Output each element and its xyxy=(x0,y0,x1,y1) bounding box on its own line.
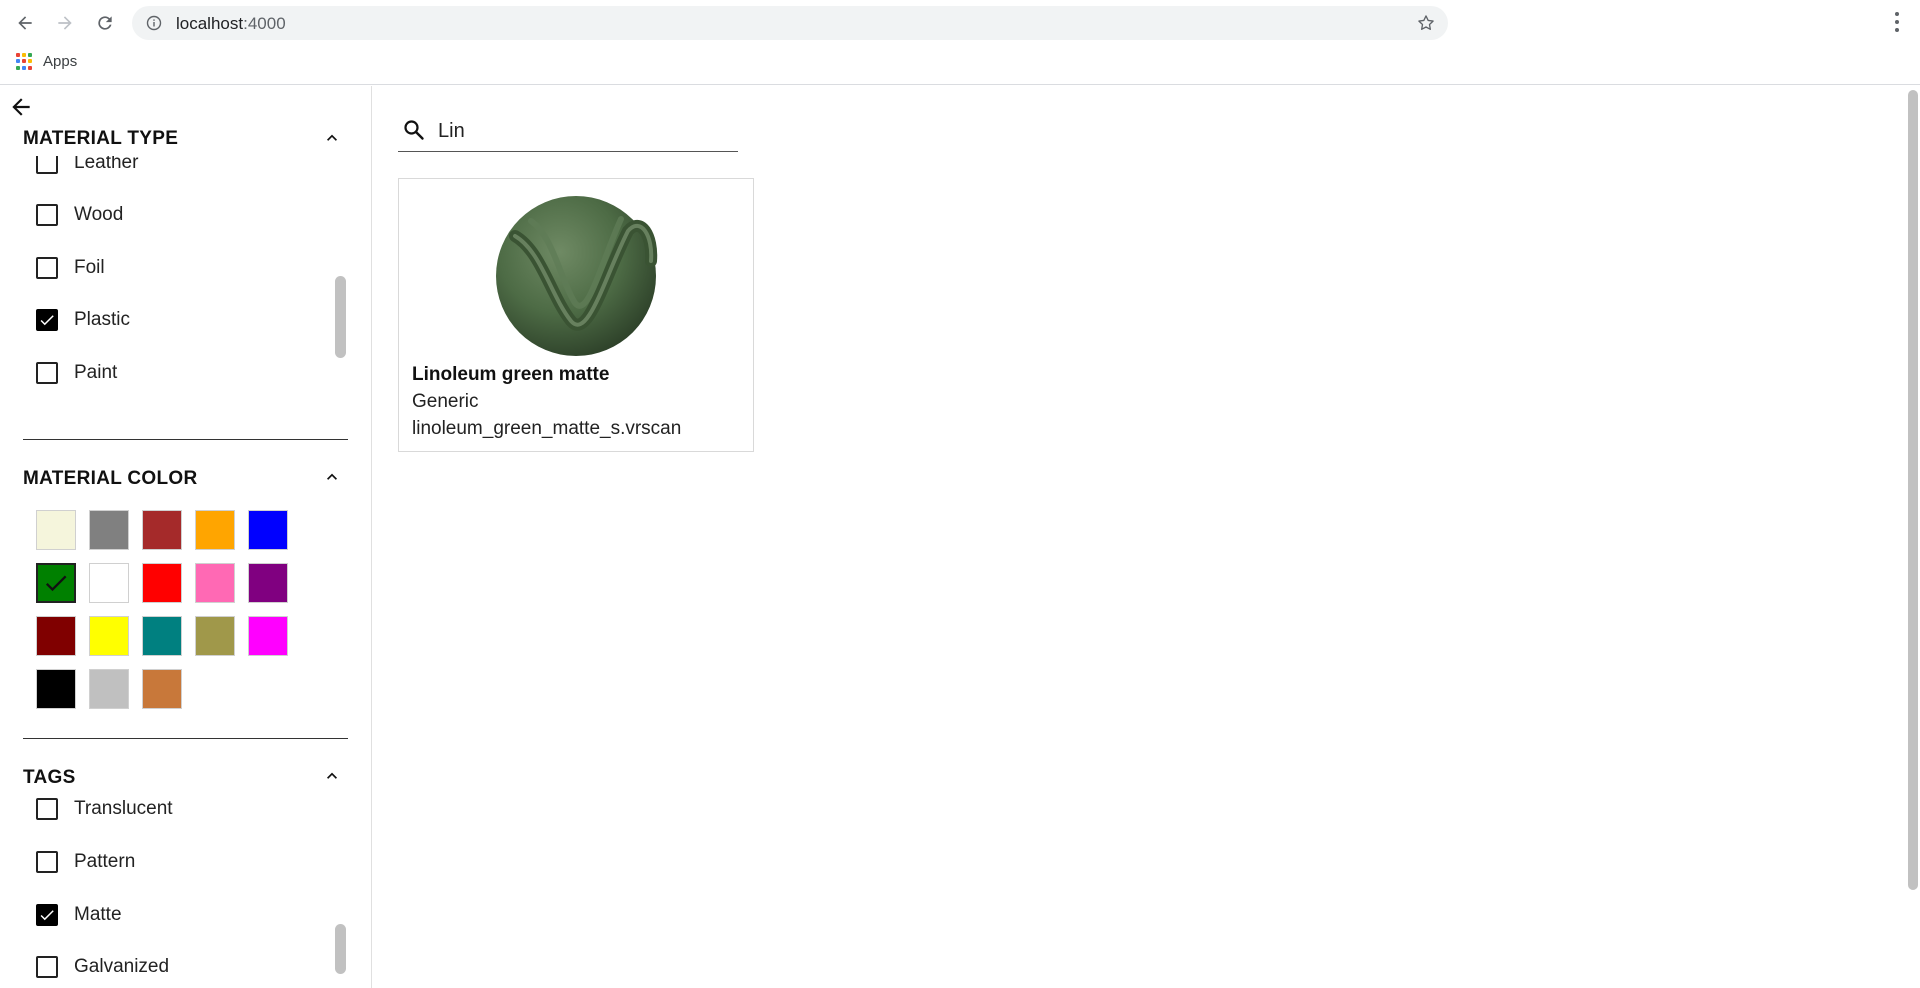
color-swatch-yellow[interactable] xyxy=(89,616,129,656)
search-icon xyxy=(404,120,424,140)
color-swatch-beige[interactable] xyxy=(36,510,76,550)
tag-matte[interactable]: Matte xyxy=(36,900,122,930)
material-type-plastic[interactable]: Plastic xyxy=(36,305,130,335)
checkbox-label: Pattern xyxy=(74,851,136,872)
color-swatch-green[interactable] xyxy=(36,563,76,603)
filter-sidebar: MATERIAL TYPE Leather Wood Foil Plastic … xyxy=(0,86,372,988)
color-swatch-pink[interactable] xyxy=(195,563,235,603)
browser-toolbar: localhost:4000 xyxy=(0,0,1920,45)
url-text[interactable]: localhost:4000 xyxy=(176,14,286,34)
bookmark-apps-label: Apps xyxy=(43,53,78,70)
material-type-leather[interactable]: Leather xyxy=(36,156,138,178)
section-divider xyxy=(23,439,348,440)
color-swatch-teal[interactable] xyxy=(142,616,182,656)
color-swatch-orange[interactable] xyxy=(195,510,235,550)
check-icon xyxy=(40,910,54,921)
search-input[interactable] xyxy=(438,116,728,146)
results-panel: Linoleum green matte Generic linoleum_gr… xyxy=(373,86,1920,988)
search-box[interactable] xyxy=(398,110,738,152)
url-port: :4000 xyxy=(243,14,286,33)
checkbox-label: Translucent xyxy=(74,798,173,819)
reload-icon xyxy=(98,16,112,30)
checkbox-checked[interactable] xyxy=(36,904,58,926)
color-swatch-gray[interactable] xyxy=(89,510,129,550)
forward-button[interactable] xyxy=(52,10,78,36)
color-swatch-brown[interactable] xyxy=(142,510,182,550)
material-color-title: MATERIAL COLOR xyxy=(23,468,198,489)
color-swatch-copper[interactable] xyxy=(142,669,182,709)
page-scrollbar[interactable] xyxy=(1908,90,1918,890)
tag-galvanized[interactable]: Galvanized xyxy=(36,952,169,982)
checkbox-label: Galvanized xyxy=(74,956,170,977)
tags-list[interactable]: Translucent Pattern Matte Galvanized xyxy=(0,798,371,988)
checkbox-label: Leather xyxy=(74,156,139,173)
info-icon[interactable] xyxy=(146,15,162,31)
tag-translucent[interactable]: Translucent xyxy=(36,798,173,824)
back-arrow-icon[interactable] xyxy=(8,94,34,120)
material-category: Generic xyxy=(412,391,479,412)
material-type-foil[interactable]: Foil xyxy=(36,253,105,283)
back-button[interactable] xyxy=(12,10,38,36)
checkbox-label: Plastic xyxy=(74,309,130,330)
tags-scrollbar[interactable] xyxy=(335,924,346,974)
chevron-up-icon[interactable] xyxy=(322,467,342,487)
material-type-title: MATERIAL TYPE xyxy=(23,128,179,149)
check-icon xyxy=(40,315,54,326)
checkbox[interactable] xyxy=(36,851,58,873)
tag-pattern[interactable]: Pattern xyxy=(36,847,135,877)
checkbox-label: Paint xyxy=(74,362,118,383)
bookmarks-bar: Apps xyxy=(0,45,1920,85)
checkbox[interactable] xyxy=(36,257,58,279)
apps-grid-icon xyxy=(16,53,33,70)
color-swatch-purple[interactable] xyxy=(248,563,288,603)
url-host: localhost xyxy=(176,14,244,33)
material-type-scrollbar[interactable] xyxy=(335,276,346,358)
checkbox-label: Matte xyxy=(74,904,122,925)
reload-button[interactable] xyxy=(92,10,118,36)
color-swatch-magenta[interactable] xyxy=(248,616,288,656)
checkbox[interactable] xyxy=(36,798,58,820)
bookmark-apps[interactable]: Apps xyxy=(16,53,77,70)
color-swatch-white[interactable] xyxy=(89,563,129,603)
color-swatch-olive[interactable] xyxy=(195,616,235,656)
checkbox[interactable] xyxy=(36,362,58,384)
material-card[interactable]: Linoleum green matte Generic linoleum_gr… xyxy=(398,178,754,452)
material-name: Linoleum green matte xyxy=(412,364,610,385)
color-swatch-maroon[interactable] xyxy=(36,616,76,656)
material-preview-sphere xyxy=(496,196,658,356)
material-type-wood[interactable]: Wood xyxy=(36,200,123,230)
checkbox[interactable] xyxy=(36,156,58,174)
tags-title: TAGS xyxy=(23,767,76,788)
color-swatch-silver[interactable] xyxy=(89,669,129,709)
color-swatch-red[interactable] xyxy=(142,563,182,603)
material-type-list[interactable]: Leather Wood Foil Plastic Paint xyxy=(0,156,371,496)
material-type-paint[interactable]: Paint xyxy=(36,358,117,388)
checkbox-label: Wood xyxy=(74,204,124,225)
arrow-left-icon xyxy=(18,16,32,30)
chevron-up-icon[interactable] xyxy=(322,128,342,148)
color-swatch-blue[interactable] xyxy=(248,510,288,550)
check-icon xyxy=(45,575,67,592)
chevron-up-icon[interactable] xyxy=(322,766,342,786)
material-filename: linoleum_green_matte_s.vrscan xyxy=(412,418,682,439)
kebab-menu-icon[interactable] xyxy=(1894,10,1900,34)
checkbox-label: Foil xyxy=(74,257,105,278)
checkbox[interactable] xyxy=(36,956,58,978)
bookmark-star-icon[interactable] xyxy=(1416,13,1436,33)
section-divider xyxy=(23,738,348,739)
address-bar[interactable]: localhost:4000 xyxy=(132,6,1448,40)
color-swatch-black[interactable] xyxy=(36,669,76,709)
checkbox-checked[interactable] xyxy=(36,309,58,331)
checkbox[interactable] xyxy=(36,204,58,226)
arrow-right-icon xyxy=(58,16,72,30)
